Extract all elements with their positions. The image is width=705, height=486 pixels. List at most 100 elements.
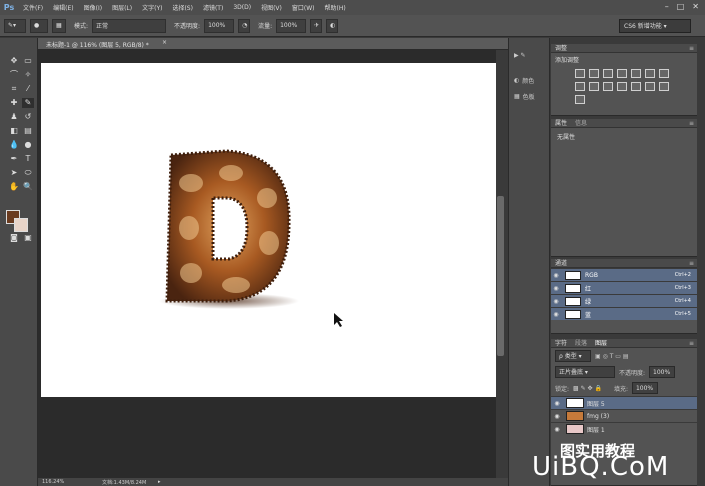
levels-icon[interactable] — [589, 69, 599, 78]
eraser-tool-icon[interactable]: ◧ — [8, 126, 20, 136]
color-balance-icon[interactable] — [659, 69, 669, 78]
menu-3d[interactable]: 3D(D) — [228, 4, 256, 11]
brush-tool-icon[interactable]: ✎ — [22, 98, 34, 108]
background-color-swatch[interactable] — [14, 218, 28, 232]
quick-select-tool-icon[interactable]: ✧ — [22, 70, 34, 80]
clone-stamp-tool-icon[interactable]: ♟ — [8, 112, 20, 122]
tab-properties[interactable]: 属性 — [555, 120, 567, 127]
quick-mask-icon[interactable]: ◙ — [8, 233, 20, 243]
tab-paragraph[interactable]: 段落 — [575, 340, 587, 347]
brush-tool-preset-icon[interactable]: ✎▾ — [4, 18, 26, 33]
eyedropper-tool-icon[interactable]: ⁄ — [22, 84, 34, 94]
visibility-eye-icon[interactable]: ◉ — [551, 400, 563, 407]
crop-tool-icon[interactable]: ⌗ — [8, 84, 20, 94]
maximize-button[interactable]: □ — [677, 2, 685, 11]
vertical-scrollbar-thumb[interactable] — [497, 196, 504, 356]
channel-row-rgb[interactable]: ◉ RGB Ctrl+2 — [551, 268, 697, 281]
layer-row[interactable]: ◉ 图层 5 — [551, 396, 697, 409]
curves-icon[interactable] — [603, 69, 613, 78]
visibility-eye-icon[interactable]: ◉ — [551, 285, 561, 292]
pen-tool-icon[interactable]: ✒ — [8, 154, 20, 164]
healing-brush-tool-icon[interactable]: ✚ — [8, 98, 20, 108]
photo-filter-icon[interactable] — [589, 82, 599, 91]
exposure-icon[interactable] — [617, 69, 627, 78]
menu-window[interactable]: 窗口(W) — [287, 3, 320, 12]
document-canvas[interactable] — [41, 63, 496, 397]
channel-row-green[interactable]: ◉ 绿 Ctrl+4 — [551, 294, 697, 307]
menu-image[interactable]: 图像(I) — [79, 3, 107, 12]
close-document-icon[interactable]: × — [162, 39, 167, 46]
lock-icons[interactable]: ▩ ✎ ✥ 🔒 — [573, 385, 602, 392]
visibility-eye-icon[interactable]: ◉ — [551, 298, 561, 305]
menu-help[interactable]: 帮助(H) — [320, 3, 351, 12]
tab-info[interactable]: 信息 — [575, 120, 587, 127]
hand-tool-icon[interactable]: ✋ — [8, 182, 20, 192]
shape-tool-icon[interactable]: ⬭ — [22, 168, 34, 178]
filter-icons[interactable]: ▣ ◎ T ▭ ▤ — [595, 353, 629, 360]
zoom-level[interactable]: 116.24% — [42, 479, 64, 485]
panel-menu-icon[interactable]: ≡ — [689, 259, 694, 268]
channel-row-blue[interactable]: ◉ 蓝 Ctrl+5 — [551, 307, 697, 320]
invert-icon[interactable] — [631, 82, 641, 91]
document-tab[interactable]: 未标题-1 @ 116% (图层 5, RGB/8) * × — [38, 38, 508, 50]
lasso-tool-icon[interactable]: ⌒ — [8, 70, 20, 80]
zoom-tool-icon[interactable]: 🔍 — [22, 182, 34, 192]
menu-file[interactable]: 文件(F) — [18, 3, 48, 12]
panel-menu-icon[interactable]: ≡ — [689, 44, 694, 53]
vibrance-icon[interactable] — [631, 69, 641, 78]
panel-menu-icon[interactable]: ≡ — [689, 339, 694, 348]
panel-menu-icon[interactable]: ≡ — [689, 119, 694, 128]
dodge-tool-icon[interactable]: ● — [22, 140, 34, 150]
path-select-tool-icon[interactable]: ➤ — [8, 168, 20, 178]
marquee-tool-icon[interactable]: ▭ — [22, 56, 34, 66]
tab-layers[interactable]: 图层 — [595, 340, 607, 347]
visibility-eye-icon[interactable]: ◉ — [551, 272, 561, 279]
gradient-map-icon[interactable] — [575, 95, 585, 104]
close-button[interactable]: ✕ — [692, 2, 699, 11]
blend-mode-select[interactable]: 正片叠底 ▾ — [555, 366, 615, 378]
brush-size-picker[interactable]: ● — [30, 18, 48, 33]
color-lookup-icon[interactable] — [617, 82, 627, 91]
layer-filter-select[interactable]: ρ 类型 ▾ — [555, 350, 591, 362]
menu-filter[interactable]: 滤镜(T) — [198, 3, 228, 12]
flow-input[interactable]: 100% — [276, 18, 307, 33]
brush-panel-toggle-icon[interactable]: ▦ — [52, 18, 66, 33]
gradient-tool-icon[interactable]: ▤ — [22, 126, 34, 136]
strip-color[interactable]: ◐ 颜色 — [514, 76, 534, 85]
type-tool-icon[interactable]: T — [22, 154, 34, 164]
layer-row[interactable]: ◉ fmg (3) — [551, 409, 697, 422]
visibility-eye-icon[interactable]: ◉ — [551, 311, 561, 318]
hue-saturation-icon[interactable] — [645, 69, 655, 78]
screen-mode-icon[interactable]: ▣ — [22, 233, 34, 243]
move-tool-icon[interactable]: ✥ — [8, 56, 20, 66]
strip-swatches[interactable]: ▦ 色板 — [514, 92, 535, 101]
visibility-eye-icon[interactable]: ◉ — [551, 426, 563, 433]
layer-opacity-input[interactable]: 100% — [649, 366, 676, 378]
adjustments-tab[interactable]: 调整 — [555, 45, 567, 52]
visibility-eye-icon[interactable]: ◉ — [551, 413, 563, 420]
workspace-select[interactable]: CS6 新增功能 ▾ — [619, 19, 691, 33]
layer-row[interactable]: ◉ 图层 1 — [551, 422, 697, 435]
pressure-size-icon[interactable]: ◐ — [326, 18, 339, 33]
tab-character[interactable]: 字符 — [555, 340, 567, 347]
black-white-icon[interactable] — [575, 82, 585, 91]
menu-view[interactable]: 视图(V) — [256, 3, 287, 12]
brightness-icon[interactable] — [575, 69, 585, 78]
posterize-icon[interactable] — [645, 82, 655, 91]
menu-select[interactable]: 选择(S) — [167, 3, 198, 12]
menu-type[interactable]: 文字(Y) — [137, 3, 167, 12]
opacity-input[interactable]: 100% — [204, 18, 235, 33]
threshold-icon[interactable] — [659, 82, 669, 91]
status-arrow-icon[interactable]: ▸ — [158, 479, 161, 485]
minimize-button[interactable]: – — [665, 2, 669, 11]
tab-channels[interactable]: 通道 — [555, 260, 567, 267]
fill-input[interactable]: 100% — [631, 382, 658, 394]
blur-tool-icon[interactable]: 💧 — [8, 140, 20, 150]
airbrush-icon[interactable]: ✈ — [310, 18, 323, 33]
menu-edit[interactable]: 编辑(E) — [48, 3, 78, 12]
channel-row-red[interactable]: ◉ 红 Ctrl+3 — [551, 281, 697, 294]
channel-mixer-icon[interactable] — [603, 82, 613, 91]
menu-layer[interactable]: 图层(L) — [107, 3, 137, 12]
mode-select[interactable]: 正常 — [92, 18, 167, 33]
play-icon[interactable]: ▶ ✎ — [514, 52, 526, 59]
